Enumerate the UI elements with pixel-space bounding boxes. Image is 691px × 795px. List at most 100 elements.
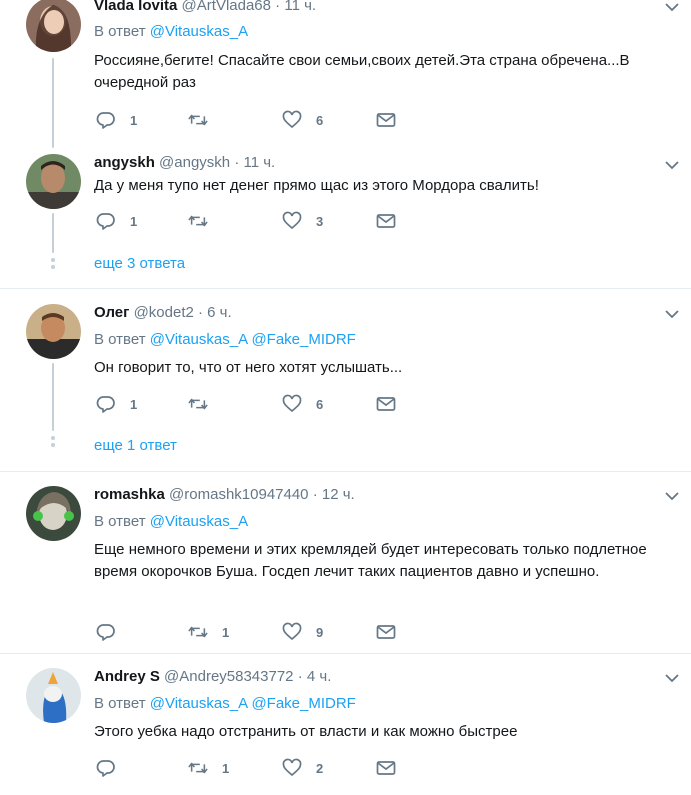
retweet-icon [188,114,208,126]
chevron-down-icon[interactable] [665,673,679,683]
direct-message-button[interactable] [376,621,396,643]
separator-dot: · [312,486,318,503]
reply-to-line: В ответ @Vitauskas_A [94,23,248,40]
mention-link[interactable]: @Vitauskas_A [150,513,248,530]
tweet-romashka[interactable]: romashka @romashk10947440 · 12 ч. В отве… [0,485,691,650]
mention-link[interactable]: @Fake_MIDRF [251,331,355,348]
show-more-replies-link[interactable]: еще 3 ответа [94,255,185,272]
user-name[interactable]: angyskh [94,154,155,171]
avatar[interactable] [26,486,81,541]
reply-to-line: В ответ @Vitauskas_A @Fake_MIDRF [94,695,356,712]
tweet-header: Олег @kodet2 · 6 ч. [94,304,232,321]
tweet-text: Да у меня тупо нет денег прямо щас из эт… [94,177,539,194]
avatar[interactable] [26,304,81,359]
like-button[interactable]: 6 [282,393,323,415]
direct-message-icon [376,761,396,775]
separator-dot: · [234,154,240,171]
retweet-button[interactable] [188,210,222,232]
direct-message-icon [376,397,396,411]
divider [0,288,691,289]
reply-button[interactable]: 1 [96,109,137,131]
tweet-actions: 1 6 [94,393,414,415]
reply-to-line: В ответ @Vitauskas_A [94,513,248,530]
reply-button[interactable]: 1 [96,210,137,232]
like-icon [282,211,302,230]
retweet-count: 1 [222,760,230,776]
retweet-button[interactable] [188,109,222,131]
avatar[interactable] [26,0,81,52]
reply-icon [96,760,115,777]
like-button[interactable]: 2 [282,757,323,779]
retweet-icon [188,762,208,774]
tweet-andrey[interactable]: Andrey S @Andrey58343772 · 4 ч. В ответ … [0,667,691,795]
like-button[interactable]: 6 [282,109,323,131]
like-count: 2 [316,760,324,776]
direct-message-button[interactable] [376,109,396,131]
retweet-button[interactable]: 1 [188,621,229,643]
direct-message-button[interactable] [376,393,396,415]
user-handle[interactable]: @romashk10947440 [169,486,308,503]
tweet-header: romashka @romashk10947440 · 12 ч. [94,486,355,503]
retweet-icon [188,215,208,227]
tweet-actions: 1 6 [94,109,414,131]
timestamp[interactable]: 11 ч. [243,154,275,171]
timestamp[interactable]: 6 ч. [207,304,232,321]
reply-button[interactable] [96,621,130,643]
user-handle[interactable]: @Andrey58343772 [164,668,294,685]
like-icon [282,758,302,777]
direct-message-icon [376,113,396,127]
like-button[interactable]: 9 [282,621,323,643]
user-name[interactable]: Vlada Iovita [94,0,177,14]
separator-dot: · [275,0,281,14]
tweet-vlada[interactable]: Vlada Iovita @ArtVlada68 · 11 ч. В ответ… [0,0,691,150]
retweet-button[interactable] [188,393,222,415]
timestamp[interactable]: 12 ч. [322,486,355,503]
tweet-text: Еще немного времени и этих кремлядей буд… [94,541,647,580]
user-name[interactable]: Andrey S [94,668,160,685]
thread-line [52,213,54,253]
retweet-button[interactable]: 1 [188,757,229,779]
thread-line [52,58,54,148]
timestamp[interactable]: 4 ч. [307,668,332,685]
direct-message-button[interactable] [376,757,396,779]
show-more-replies-link[interactable]: еще 1 ответ [94,437,177,454]
user-handle[interactable]: @ArtVlada68 [182,0,271,14]
tweet-header: Vlada Iovita @ArtVlada68 · 11 ч. [94,0,316,14]
divider [0,653,691,654]
chevron-down-icon[interactable] [665,2,679,12]
mention-link[interactable]: @Vitauskas_A [150,23,248,40]
reply-prefix: В ответ [94,695,146,712]
tweet-text: Этого уебка надо отстранить от власти и … [94,723,518,740]
thread-dots [51,258,55,272]
chevron-down-icon[interactable] [665,309,679,319]
retweet-count: 1 [222,624,230,640]
avatar[interactable] [26,668,81,723]
mention-link[interactable]: @Vitauskas_A [150,331,248,348]
like-icon [282,394,302,413]
mention-link[interactable]: @Fake_MIDRF [251,695,355,712]
avatar[interactable] [26,154,81,209]
chevron-down-icon[interactable] [665,491,679,501]
reply-button[interactable]: 1 [96,393,137,415]
timestamp[interactable]: 11 ч. [284,0,316,14]
tweet-angyskh[interactable]: angyskh @angyskh · 11 ч. Да у меня тупо … [0,153,691,288]
divider [0,471,691,472]
user-name[interactable]: Олег [94,304,129,321]
like-count: 3 [316,213,324,229]
like-icon [282,622,302,641]
reply-button[interactable] [96,757,130,779]
direct-message-button[interactable] [376,210,396,232]
user-name[interactable]: romashka [94,486,165,503]
direct-message-icon [376,214,396,228]
reply-prefix: В ответ [94,331,146,348]
like-count: 6 [316,112,324,128]
reply-count: 1 [130,213,138,229]
mention-link[interactable]: @Vitauskas_A [150,695,248,712]
tweet-text: Он говорит то, что от него хотят услышат… [94,359,403,376]
user-handle[interactable]: @angyskh [159,154,230,171]
reply-count: 1 [130,112,138,128]
tweet-oleg[interactable]: Олег @kodet2 · 6 ч. В ответ @Vitauskas_A… [0,303,691,468]
user-handle[interactable]: @kodet2 [134,304,194,321]
chevron-down-icon[interactable] [665,160,679,170]
like-button[interactable]: 3 [282,210,323,232]
